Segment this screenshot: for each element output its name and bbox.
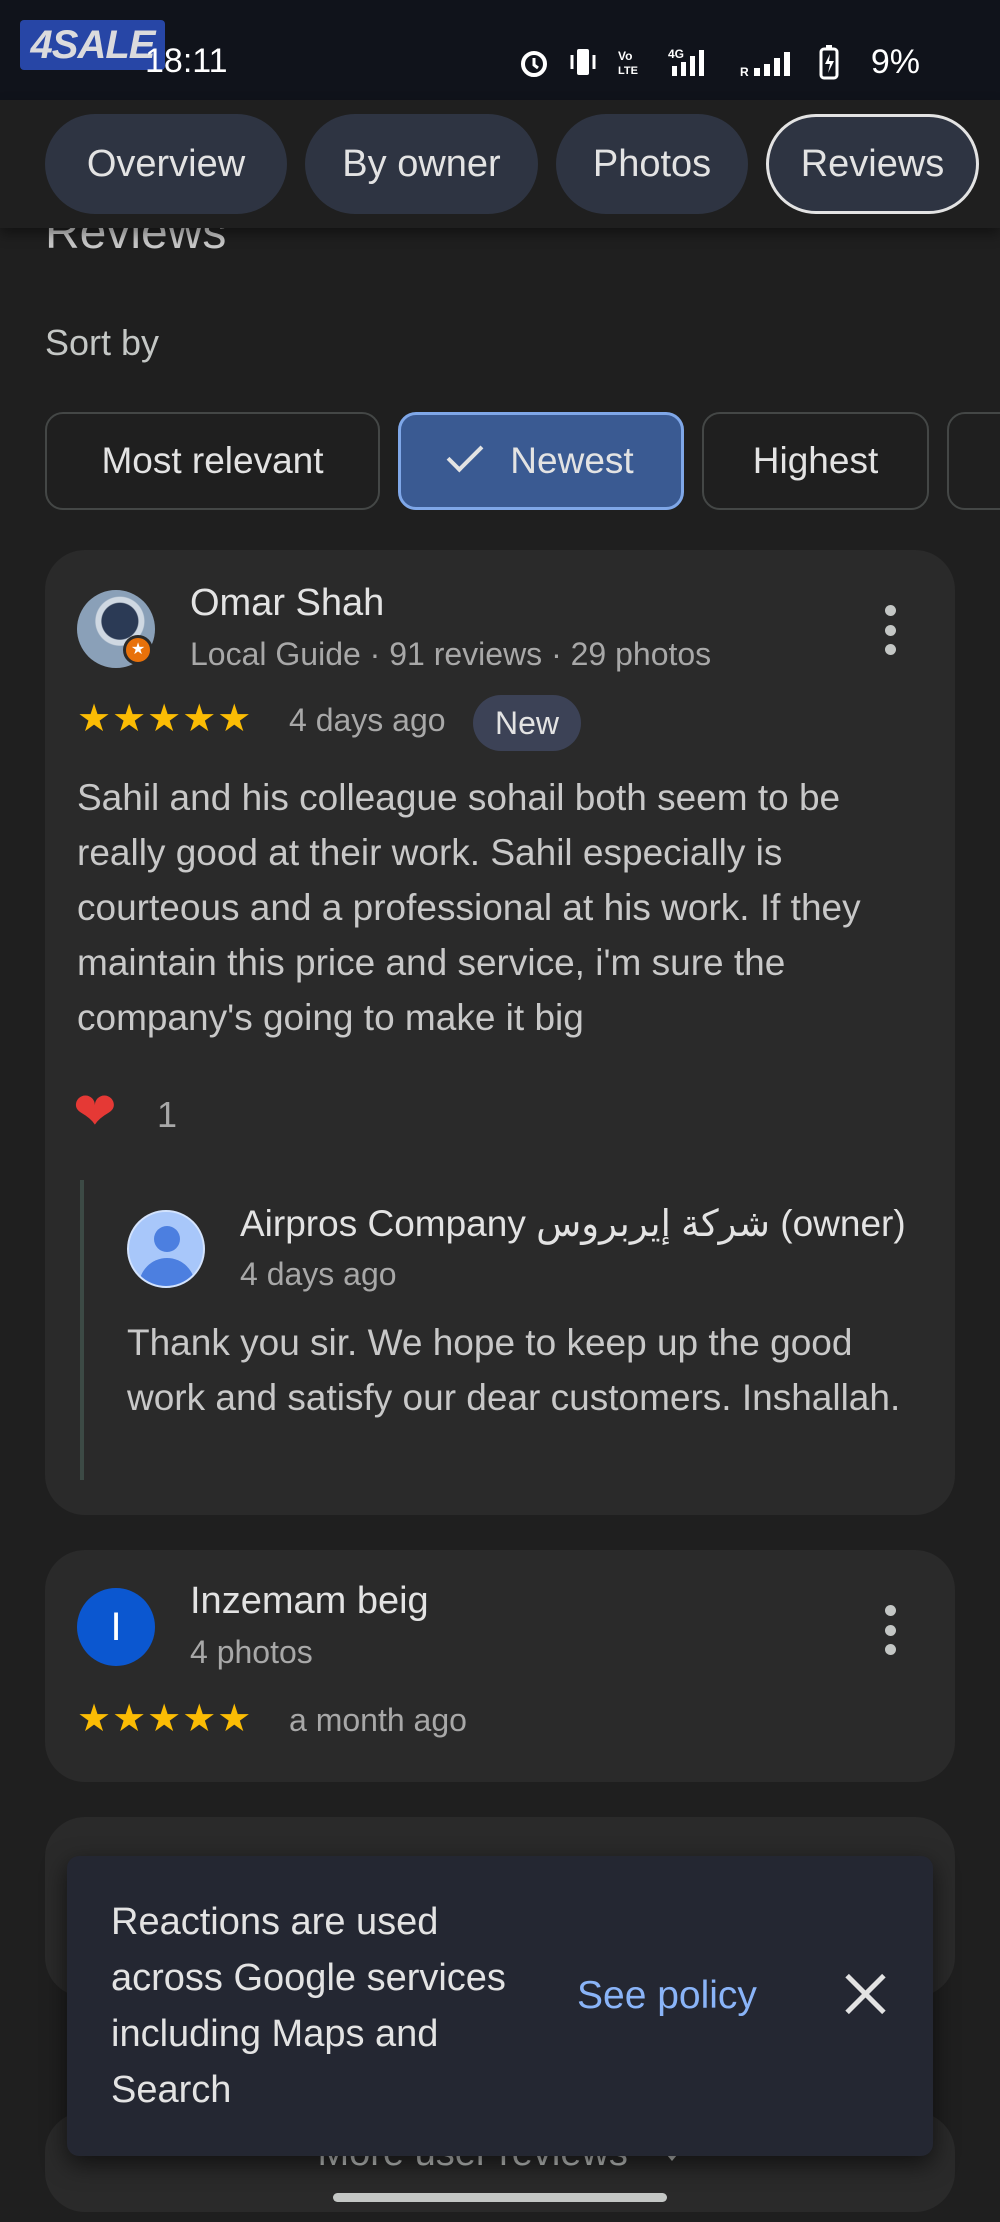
owner-avatar bbox=[127, 1210, 205, 1288]
tab-reviews[interactable]: Reviews bbox=[766, 114, 979, 214]
chip-label: Highest bbox=[752, 440, 879, 481]
svg-text:LTE: LTE bbox=[618, 65, 638, 77]
alarm-icon bbox=[521, 51, 547, 77]
owner-reply-text: Thank you sir. We hope to keep up the go… bbox=[127, 1322, 901, 1418]
sort-chip-most-relevant[interactable]: Most relevant bbox=[45, 412, 380, 510]
signal-roaming-icon: R bbox=[740, 52, 790, 78]
status-icons: Vo LTE 4G R bbox=[518, 44, 840, 80]
sort-chip-newest[interactable]: Newest bbox=[398, 412, 684, 510]
chip-label: Newest bbox=[510, 440, 634, 481]
reaction-count: 1 bbox=[157, 1094, 178, 1135]
svg-text:4G: 4G bbox=[668, 47, 684, 61]
volte-icon: Vo LTE bbox=[618, 49, 638, 77]
more-options-icon[interactable] bbox=[883, 605, 897, 655]
battery-percentage: 9% bbox=[870, 43, 920, 81]
tab-photos[interactable]: Photos bbox=[556, 114, 748, 214]
owner-name: Airpros Company شركة إيربروس (owner) bbox=[240, 1203, 906, 1244]
new-badge: New bbox=[473, 695, 582, 751]
more-options-icon[interactable] bbox=[883, 1605, 897, 1655]
snackbar-message: Reactions are used across Google service… bbox=[111, 1901, 506, 2111]
signal-4g-icon: 4G bbox=[668, 47, 704, 76]
home-indicator[interactable] bbox=[333, 2193, 667, 2202]
reply-divider bbox=[80, 1180, 84, 1480]
reviewer-meta: 4 photos bbox=[190, 1634, 313, 1670]
reactions-snackbar: Reactions are used across Google service… bbox=[67, 1856, 933, 2156]
sort-by-label: Sort by bbox=[45, 322, 160, 363]
reply-time: 4 days ago bbox=[240, 1256, 397, 1292]
heart-reaction-icon[interactable]: ❤ bbox=[73, 1082, 117, 1142]
status-time: 18:11 bbox=[145, 42, 228, 80]
status-bar: 4SALE 18:11 Vo LTE 4G R 9% bbox=[0, 0, 1000, 100]
review-time: a month ago bbox=[289, 1702, 467, 1738]
watermark-logo: 4SALE bbox=[20, 20, 165, 70]
local-guide-badge-icon: ★ bbox=[123, 635, 153, 665]
star-rating: ★★★★★ bbox=[77, 1698, 253, 1740]
review-text: Sahil and his colleague sohail both seem… bbox=[77, 777, 861, 1038]
checkmark-icon bbox=[446, 435, 484, 473]
review-card: I Inzemam beig 4 photos ★★★★★ a month ag… bbox=[45, 1550, 955, 1782]
reviewer-meta: Local Guide · 91 reviews · 29 photos bbox=[190, 636, 712, 672]
see-policy-link[interactable]: See policy bbox=[577, 1974, 757, 2018]
place-tabs: Overview By owner Photos Reviews bbox=[0, 100, 1000, 228]
sort-chip-lowest[interactable] bbox=[947, 412, 1000, 510]
tab-overview[interactable]: Overview bbox=[45, 114, 287, 214]
svg-text:Vo: Vo bbox=[618, 49, 632, 63]
close-icon[interactable] bbox=[837, 1966, 893, 2022]
review-card: ★ Omar Shah Local Guide · 91 reviews · 2… bbox=[45, 550, 955, 1515]
chip-label: Most relevant bbox=[101, 440, 324, 481]
star-rating: ★★★★★ bbox=[77, 698, 253, 740]
review-time: 4 days ago bbox=[289, 702, 446, 738]
reviewer-name[interactable]: Omar Shah bbox=[190, 582, 384, 625]
vibrate-icon bbox=[570, 49, 596, 75]
svg-text:R: R bbox=[740, 65, 749, 78]
battery-charging-icon bbox=[819, 45, 839, 80]
tab-by-owner[interactable]: By owner bbox=[305, 114, 538, 214]
reviewer-name[interactable]: Inzemam beig bbox=[190, 1580, 429, 1623]
avatar[interactable]: I bbox=[77, 1588, 155, 1666]
sort-chip-highest[interactable]: Highest bbox=[702, 412, 929, 510]
